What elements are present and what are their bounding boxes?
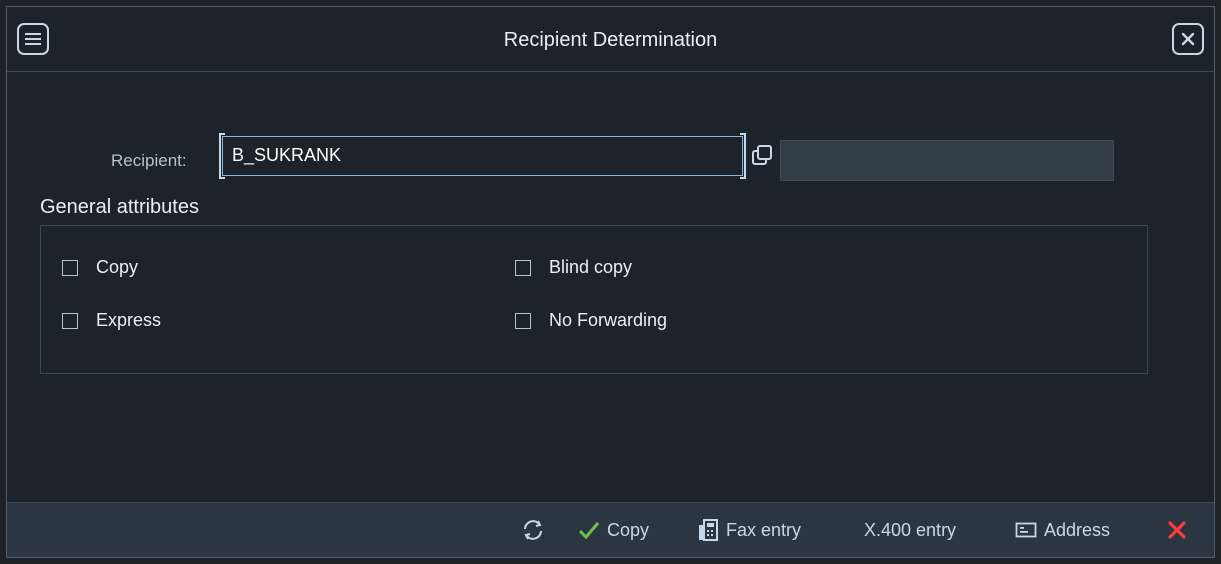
refresh-icon — [524, 520, 542, 540]
dialog-title: Recipient Determination — [503, 29, 718, 51]
fax-icon — [699, 519, 718, 541]
express-option[interactable]: Express — [62, 310, 161, 331]
no-forwarding-option-label: No Forwarding — [549, 310, 668, 330]
express-checkbox[interactable] — [62, 312, 78, 329]
dialog-content: Recipient: B_SUKRANK General attributes … — [7, 72, 1214, 503]
title-bar: Recipient Determination — [7, 7, 1214, 72]
checkmark-icon — [578, 522, 600, 540]
address-card-icon — [1015, 522, 1037, 538]
blind-copy-checkbox[interactable] — [515, 259, 531, 276]
copy-button[interactable]: Copy — [578, 503, 649, 557]
cancel-icon — [1168, 521, 1186, 539]
value-help-button[interactable] — [747, 139, 777, 173]
cancel-button[interactable] — [1167, 503, 1194, 557]
address-button-label: Address — [1044, 519, 1111, 540]
close-icon — [1181, 32, 1195, 46]
copy-button-label: Copy — [607, 519, 650, 540]
recipient-determination-dialog: Recipient Determination Recipient: B_SUK… — [6, 6, 1215, 558]
general-attributes-group: Copy Blind copy Express No Forwarding — [40, 225, 1148, 374]
no-forwarding-option[interactable]: No Forwarding — [515, 310, 667, 331]
x400-entry-label: X.400 entry — [864, 519, 957, 540]
fax-entry-button[interactable]: Fax entry — [697, 503, 801, 557]
close-button[interactable] — [1172, 23, 1204, 55]
blind-copy-option-label: Blind copy — [549, 257, 633, 277]
recipient-input[interactable]: B_SUKRANK — [222, 136, 743, 176]
footer-toolbar: Copy Fax entry X.400 entry Address — [7, 502, 1214, 557]
no-forwarding-checkbox[interactable] — [515, 312, 531, 329]
recipient-label: Recipient: — [111, 151, 187, 170]
copy-option-label: Copy — [96, 257, 139, 277]
copy-option[interactable]: Copy — [62, 257, 138, 278]
refresh-button[interactable] — [521, 503, 552, 557]
fax-entry-label: Fax entry — [726, 519, 802, 540]
x400-entry-button[interactable]: X.400 entry — [864, 503, 956, 557]
recipient-description-field — [780, 140, 1114, 181]
address-button[interactable]: Address — [1015, 503, 1110, 557]
focus-bracket-right — [740, 133, 746, 179]
value-help-icon — [752, 145, 772, 165]
general-attributes-title: General attributes — [40, 196, 199, 218]
copy-checkbox[interactable] — [62, 259, 78, 276]
blind-copy-option[interactable]: Blind copy — [515, 257, 632, 278]
express-option-label: Express — [96, 310, 162, 330]
